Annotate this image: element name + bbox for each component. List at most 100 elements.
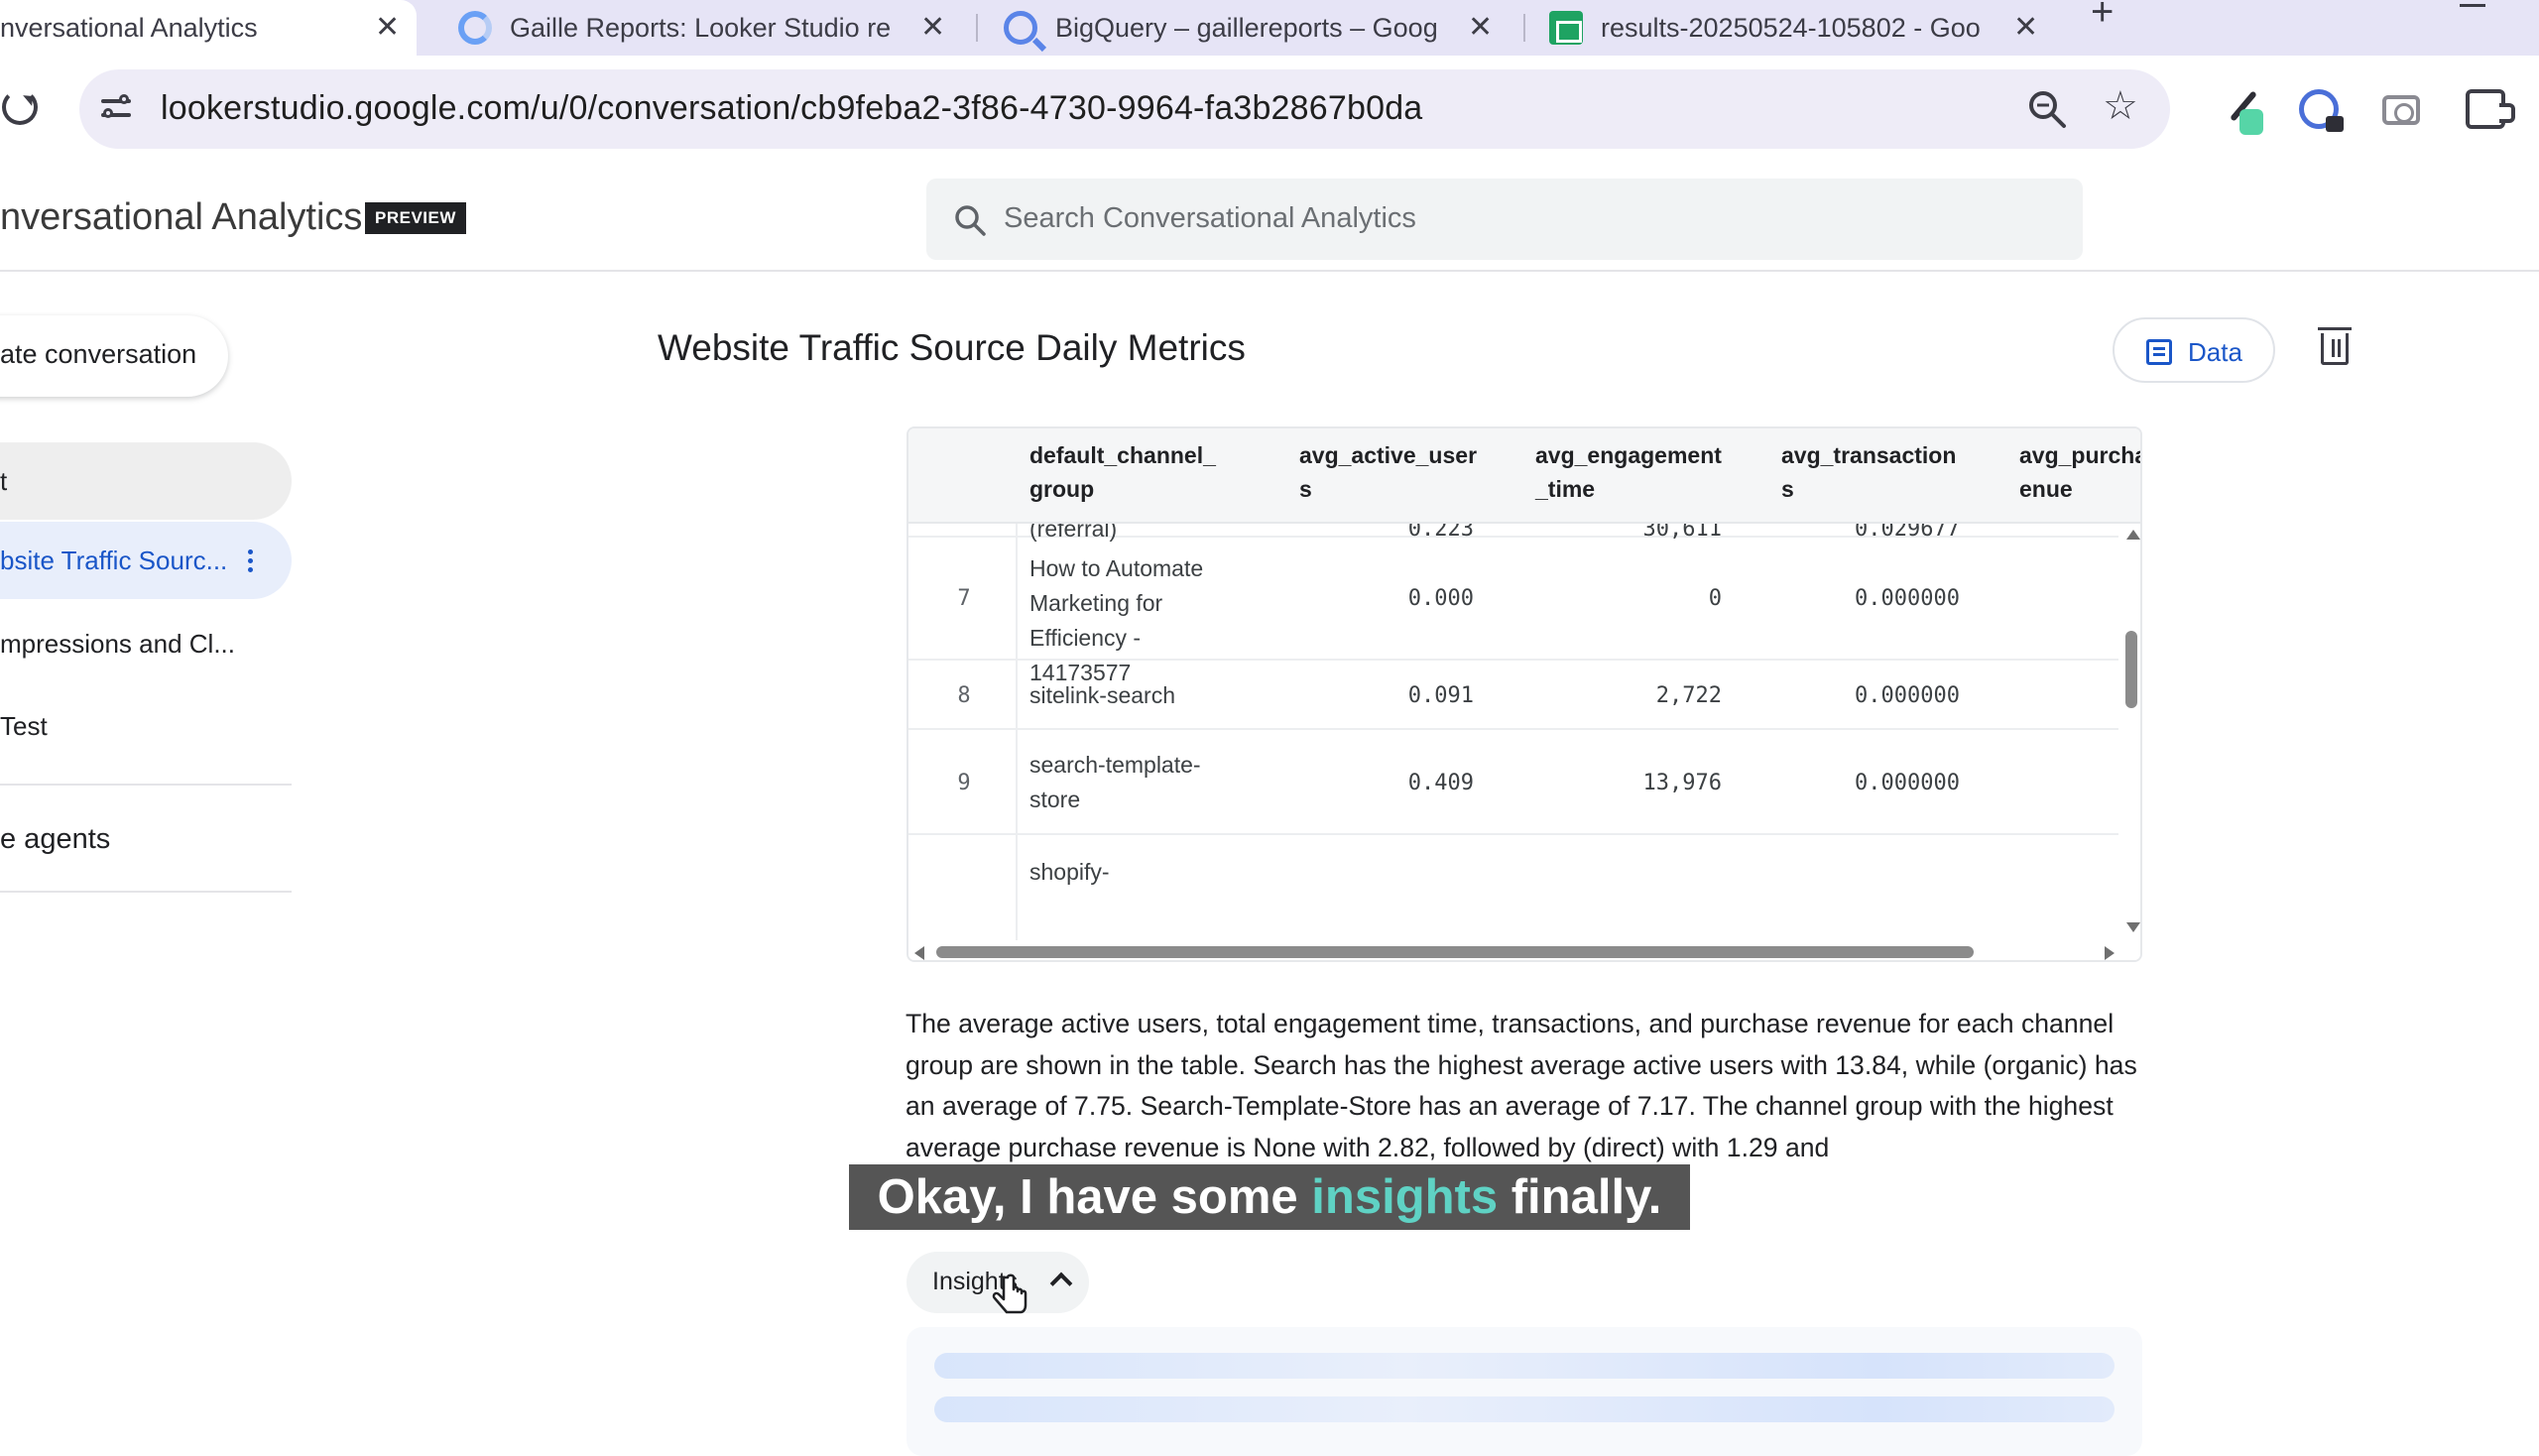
close-icon[interactable]: ✕: [2013, 10, 2038, 45]
hand-cursor-icon: [992, 1274, 1028, 1314]
column-header[interactable]: avg_engagement_time: [1535, 438, 1728, 506]
chevron-up-icon: [1049, 1272, 1073, 1295]
avg-engagement-cell: 2,722: [1655, 683, 1722, 708]
scroll-up-icon[interactable]: [2126, 530, 2140, 540]
close-icon[interactable]: ✕: [1468, 10, 1493, 45]
app-header: nversational Analytics PREVIEW Search Co…: [0, 165, 2539, 272]
avg-engagement-cell: 0: [1708, 586, 1722, 611]
tab-separator: [976, 14, 978, 42]
sidebar-divider: [0, 891, 292, 893]
extensions-puzzle-icon[interactable]: [2466, 89, 2515, 129]
sheets-icon: [1549, 11, 1583, 45]
sidebar-item-label: mpressions and Cl...: [0, 629, 235, 659]
preview-badge: PREVIEW: [365, 202, 466, 234]
channel-group-cell: shopify-: [1029, 859, 1110, 885]
tab-title: results-20250524-105802 - Goo: [1601, 12, 1981, 43]
close-icon[interactable]: ✕: [920, 10, 945, 45]
avg-transactions-cell: 0.000000: [1855, 771, 1960, 795]
browser-tab-strip: nversational Analytics ✕ Gaille Reports:…: [0, 0, 2539, 56]
search-placeholder: Search Conversational Analytics: [1004, 202, 1416, 234]
site-info-icon[interactable]: [99, 91, 135, 127]
sidebar-section-agents[interactable]: e agents: [0, 823, 110, 856]
row-number: 8: [957, 683, 971, 708]
reload-icon[interactable]: [2, 89, 38, 125]
sidebar-item-website-traffic[interactable]: bsite Traffic Sourc...: [0, 522, 292, 599]
browser-toolbar: lookerstudio.google.com/u/0/conversation…: [0, 56, 2539, 163]
tab-sheets-results[interactable]: results-20250524-105802 - Goo ✕: [1549, 0, 2055, 56]
table-row: 7 How to Automate Marketing for Efficien…: [908, 538, 2118, 685]
caption-text: finally.: [1498, 1170, 1662, 1224]
url-text[interactable]: lookerstudio.google.com/u/0/conversation…: [161, 89, 1422, 128]
avg-active-users-cell: 0.000: [1407, 586, 1474, 611]
column-header[interactable]: avg_purcha enue: [2019, 438, 2140, 506]
avg-transactions-cell: 0.000000: [1855, 586, 1960, 611]
scroll-thumb[interactable]: [2125, 631, 2137, 708]
avg-active-users-cell: 0.409: [1407, 771, 1474, 795]
table-icon: [2146, 339, 2172, 365]
table-row: shopify-: [908, 835, 2118, 944]
bigquery-icon: [1004, 11, 1037, 45]
sidebar-item-label: t: [0, 466, 8, 496]
sidebar-item-conversation[interactable]: t: [0, 442, 292, 520]
tab-bigquery[interactable]: BigQuery – gaillereports – Goog ✕: [1004, 0, 1510, 56]
caption-text: Okay, I have some: [877, 1170, 1312, 1224]
scroll-right-icon[interactable]: [2105, 946, 2115, 960]
loading-shimmer: [934, 1353, 2115, 1379]
delete-icon[interactable]: [2318, 327, 2352, 365]
sidebar-divider: [0, 784, 292, 786]
vertical-scrollbar[interactable]: [2120, 524, 2140, 940]
avg-engagement-cell: 13,976: [1642, 771, 1722, 795]
bookmark-star-icon[interactable]: ☆: [2103, 83, 2138, 129]
close-icon[interactable]: ✕: [375, 10, 400, 45]
table-row: 9 search-template-store 0.409 13,976 0.0…: [908, 730, 2118, 835]
scroll-down-icon[interactable]: [2126, 922, 2140, 932]
channel-group-cell: search-template-store: [1029, 752, 1201, 812]
minimize-icon[interactable]: [2460, 4, 2485, 7]
password-extension-icon[interactable]: [2299, 89, 2344, 132]
tab-conversational-analytics[interactable]: nversational Analytics ✕: [0, 0, 417, 56]
zoom-icon[interactable]: [2025, 87, 2069, 131]
tab-title: BigQuery – gaillereports – Goog: [1055, 12, 1438, 43]
sidebar-item-label: Test: [0, 711, 48, 741]
looker-studio-icon: [458, 11, 492, 45]
data-button-label: Data: [2188, 337, 2242, 367]
search-input[interactable]: Search Conversational Analytics: [926, 179, 2083, 260]
tab-looker-studio[interactable]: Gaille Reports: Looker Studio re ✕: [458, 0, 964, 56]
row-number: 9: [957, 771, 971, 795]
channel-group-cell: sitelink-search: [1029, 682, 1175, 708]
table-row: 8 sitelink-search 0.091 2,722 0.000000: [908, 661, 2118, 730]
create-conversation-button[interactable]: ate conversation: [0, 315, 228, 397]
app-title: nversational Analytics: [0, 196, 363, 238]
tab-title: Gaille Reports: Looker Studio re: [510, 12, 892, 43]
address-bar[interactable]: lookerstudio.google.com/u/0/conversation…: [79, 69, 2170, 149]
more-options-icon[interactable]: [248, 549, 254, 573]
sidebar: ate conversation t bsite Traffic Sourc..…: [0, 274, 298, 1437]
new-tab-button[interactable]: +: [2091, 0, 2114, 32]
results-table[interactable]: default_channel_group avg_active_users a…: [907, 426, 2142, 962]
scroll-left-icon[interactable]: [914, 946, 924, 960]
loading-shimmer: [934, 1396, 2115, 1422]
column-header[interactable]: avg_active_users: [1299, 438, 1482, 506]
summary-text: The average active users, total engageme…: [906, 1009, 2137, 1162]
sidebar-item-test[interactable]: Test: [0, 687, 292, 765]
table-header-cover: default_channel_group avg_active_users a…: [908, 428, 2140, 524]
camera-extension-icon[interactable]: [2382, 95, 2420, 125]
search-icon: [955, 205, 986, 236]
create-conversation-label: ate conversation: [0, 339, 197, 369]
sidebar-item-label: bsite Traffic Sourc...: [0, 546, 228, 575]
tab-title: nversational Analytics: [0, 12, 258, 43]
avg-transactions-cell: 0.000000: [1855, 683, 1960, 708]
avg-active-users-cell: 0.091: [1407, 683, 1474, 708]
tab-separator: [1523, 14, 1525, 42]
pen-extension-icon[interactable]: [2220, 85, 2265, 135]
column-header[interactable]: avg_transactions: [1781, 438, 1966, 506]
caption-highlight: insights: [1311, 1170, 1499, 1224]
scroll-thumb[interactable]: [936, 946, 1974, 958]
horizontal-scrollbar[interactable]: [908, 940, 2140, 960]
column-header[interactable]: default_channel_group: [1029, 438, 1228, 506]
conversation-title: Website Traffic Source Daily Metrics: [658, 327, 1246, 368]
row-number: 7: [957, 586, 971, 611]
data-button[interactable]: Data: [2113, 317, 2275, 383]
video-caption: Okay, I have some insights finally.: [849, 1164, 1690, 1230]
sidebar-item-impressions[interactable]: mpressions and Cl...: [0, 605, 292, 682]
